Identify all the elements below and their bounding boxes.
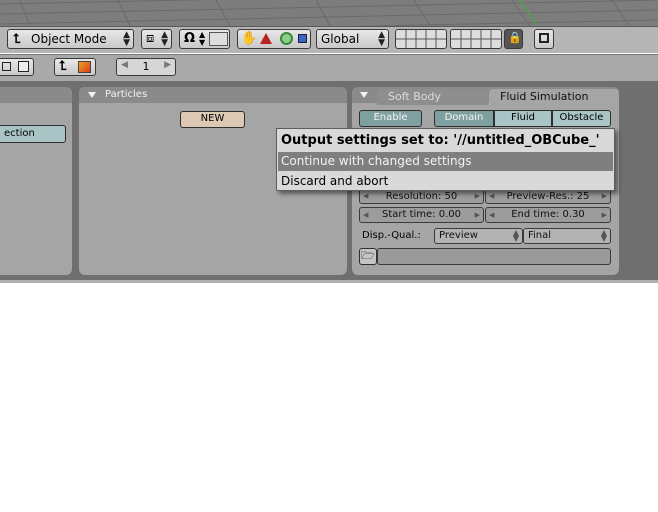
- start-time-value: Start time: 0.00: [381, 209, 461, 220]
- viewport-display-value: Preview: [439, 230, 478, 241]
- increment-arrow-icon[interactable]: ▶: [164, 60, 171, 70]
- continue-option[interactable]: Continue with changed settings: [278, 152, 613, 171]
- pivot-icon: Ω: [184, 31, 196, 46]
- preview-res-field[interactable]: ◀ Preview-Res.: 25 ▶: [485, 189, 611, 204]
- 3d-viewport[interactable]: [0, 0, 658, 26]
- decrement-arrow-icon[interactable]: ◀: [489, 208, 494, 222]
- panel-icon: [2, 62, 11, 71]
- updown-arrows-icon: ▲ ▼: [199, 30, 206, 47]
- obstacle-button[interactable]: Obstacle: [552, 110, 611, 127]
- collapse-triangle-icon[interactable]: [360, 92, 368, 98]
- scale-icon[interactable]: [298, 34, 307, 43]
- increment-arrow-icon[interactable]: ▶: [475, 208, 480, 222]
- mode-menu[interactable]: ⮤ Object Mode ▲ ▼: [7, 29, 134, 49]
- updown-arrows-icon: ▲ ▼: [512, 228, 519, 243]
- rotate-icon[interactable]: [280, 32, 293, 45]
- draw-type-menu[interactable]: ⧈ ▲ ▼: [141, 29, 172, 49]
- panel-toggle-group[interactable]: [0, 58, 34, 76]
- collapse-triangle-icon[interactable]: [88, 92, 96, 98]
- mode-label: Object Mode: [31, 32, 107, 46]
- particles-panel-header[interactable]: Particles: [79, 87, 347, 103]
- browse-folder-button[interactable]: 🗁: [359, 248, 377, 265]
- left-panel-button[interactable]: ection: [0, 125, 66, 143]
- panel-title: Particles: [105, 89, 148, 100]
- decrement-arrow-icon[interactable]: ◀: [363, 208, 368, 222]
- align-icon: [209, 32, 228, 46]
- render-display-value: Final: [528, 230, 552, 241]
- left-panel: ection: [0, 87, 72, 275]
- updown-arrows-icon: ▲ ▼: [600, 228, 607, 243]
- increment-arrow-icon[interactable]: ▶: [475, 190, 480, 203]
- image-icon: [539, 33, 549, 43]
- hand-icon[interactable]: ✋: [241, 31, 257, 46]
- object-mode-icon: ⮤: [13, 32, 21, 47]
- buttons-window-header: ⮤ ◀ 1 ▶: [0, 54, 658, 81]
- viewport-grid: [0, 0, 658, 26]
- render-preview-button[interactable]: [534, 29, 554, 49]
- increment-arrow-icon[interactable]: ▶: [602, 190, 607, 203]
- disp-qual-label: Disp.-Qual.:: [362, 230, 421, 241]
- output-path-field[interactable]: [377, 248, 611, 265]
- frame-number-field[interactable]: ◀ 1 ▶: [116, 58, 176, 76]
- layer-buttons: [451, 30, 501, 48]
- image-icon: [18, 61, 29, 72]
- folder-icon: 🗁: [361, 249, 375, 262]
- tab-fluid-simulation[interactable]: Fluid Simulation: [489, 89, 619, 105]
- render-display-menu[interactable]: Final ▲ ▼: [523, 228, 611, 244]
- preview-res-value: Preview-Res.: 25: [506, 191, 590, 202]
- layers-row-b[interactable]: [450, 29, 502, 49]
- context-buttons[interactable]: ⮤: [54, 58, 96, 76]
- end-time-field[interactable]: ◀ End time: 0.30 ▶: [485, 207, 611, 223]
- layers-row-a[interactable]: [395, 29, 447, 49]
- discard-option[interactable]: Discard and abort: [278, 172, 613, 191]
- object-context-icon[interactable]: ⮤: [59, 59, 67, 74]
- start-time-field[interactable]: ◀ Start time: 0.00 ▶: [359, 207, 484, 223]
- decrement-arrow-icon[interactable]: ◀: [489, 190, 494, 203]
- layer-buttons: [396, 30, 446, 48]
- orientation-menu[interactable]: Global ▲ ▼: [316, 29, 389, 49]
- resolution-field[interactable]: ◀ Resolution: 50 ▶: [359, 189, 484, 204]
- pivot-menu[interactable]: Ω ▲ ▼: [179, 29, 230, 49]
- translate-icon[interactable]: [260, 33, 272, 44]
- transform-manipulator-group[interactable]: ✋: [237, 29, 311, 49]
- lock-icon: 🔒: [508, 31, 522, 44]
- updown-arrows-icon: ▲ ▼: [123, 30, 130, 48]
- physics-context-icon[interactable]: [78, 61, 91, 73]
- domain-button[interactable]: Domain: [434, 110, 494, 127]
- viewport-display-menu[interactable]: Preview ▲ ▼: [434, 228, 523, 244]
- left-panel-header: [0, 87, 72, 103]
- popup-title: Output settings set to: '//untitled_OBCu…: [281, 133, 600, 148]
- new-particles-button[interactable]: NEW: [180, 111, 245, 128]
- cube-draw-icon: ⧈: [146, 31, 155, 46]
- 3d-view-header: ⮤ Object Mode ▲ ▼ ⧈ ▲ ▼ Ω ▲ ▼ ✋ Global ▲ ▼ 🔒: [0, 26, 658, 53]
- window-divider: [0, 280, 658, 283]
- resolution-value: Resolution: 50: [385, 191, 458, 202]
- updown-arrows-icon: ▲ ▼: [378, 30, 385, 48]
- decrement-arrow-icon[interactable]: ◀: [363, 190, 368, 203]
- fluid-button[interactable]: Fluid: [494, 110, 552, 127]
- tab-soft-body[interactable]: Soft Body: [377, 89, 488, 105]
- orientation-label: Global: [321, 32, 360, 46]
- output-settings-popup: Output settings set to: '//untitled_OBCu…: [276, 128, 615, 191]
- increment-arrow-icon[interactable]: ▶: [602, 208, 607, 222]
- lock-layers-button[interactable]: 🔒: [504, 29, 523, 49]
- end-time-value: End time: 0.30: [511, 209, 585, 220]
- updown-arrows-icon: ▲ ▼: [161, 30, 168, 48]
- enable-button[interactable]: Enable: [359, 110, 422, 127]
